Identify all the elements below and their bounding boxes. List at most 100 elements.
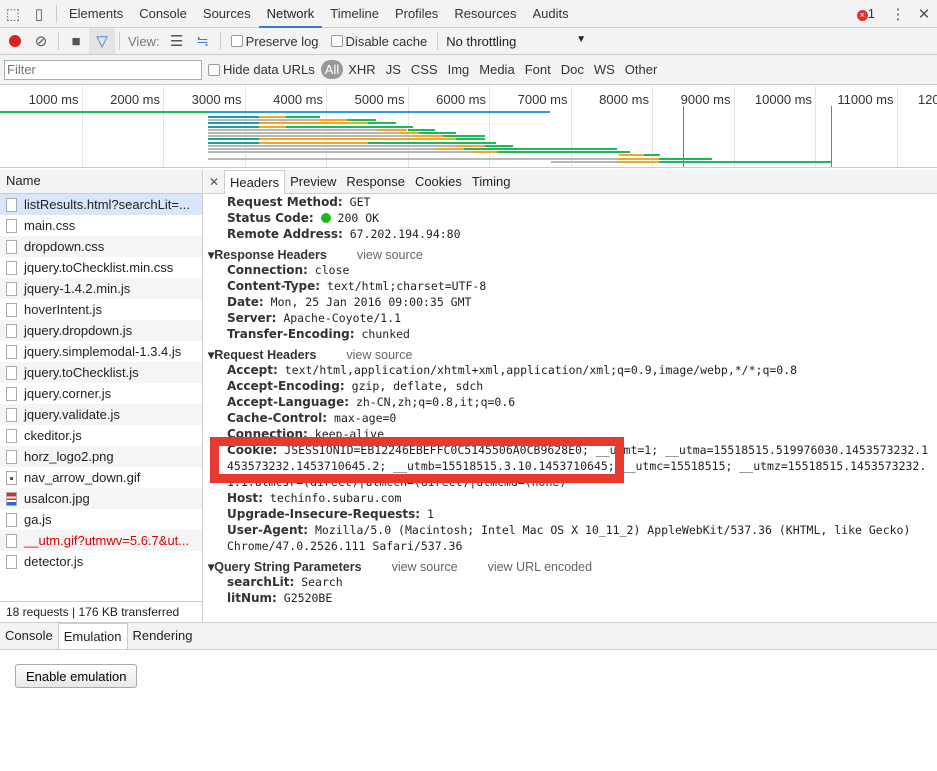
timeline-overview[interactable]: 1000 ms 2000 ms 3000 ms 4000 ms 5000 ms 6000 … — [0, 86, 937, 168]
device-mode-icon[interactable]: ▯ — [26, 1, 52, 27]
error-count[interactable]: × 1 — [856, 6, 875, 21]
response-headers-section[interactable]: ▾Response Headers view source — [208, 242, 937, 262]
request-name: jquery.toChecklist.js — [24, 365, 139, 380]
capture-screenshots-icon[interactable]: ■ — [63, 28, 89, 54]
header-name: Content-Type: — [227, 279, 321, 293]
drawer-tab-console[interactable]: Console — [0, 623, 58, 649]
waterfall-waiting-segment — [458, 144, 485, 147]
devtools-tab-bar: ⬚ ▯ Elements Console Sources Network Timelin… — [0, 0, 937, 28]
filter-type-js[interactable]: JS — [381, 62, 406, 77]
tab-audits[interactable]: Audits — [524, 0, 576, 28]
waterfall-queued-segment — [550, 160, 617, 163]
filter-type-all[interactable]: All — [320, 60, 344, 79]
view-source-link[interactable]: view source — [392, 557, 458, 574]
request-row[interactable]: jquery-1.4.2.min.js — [0, 278, 202, 299]
tab-response[interactable]: Response — [341, 170, 410, 194]
request-row[interactable]: jquery.toChecklist.min.css — [0, 257, 202, 278]
header-row: litNum: G2520BE — [208, 590, 937, 606]
timeline-tick-label: 9000 ms — [680, 92, 731, 107]
header-row: Server: Apache-Coyote/1.1 — [208, 310, 937, 326]
header-name: User-Agent: — [227, 523, 309, 537]
request-row[interactable]: jquery.toChecklist.js — [0, 362, 202, 383]
filter-type-font[interactable]: Font — [520, 62, 556, 77]
header-row: Content-Type: text/html;charset=UTF-8 — [208, 278, 937, 294]
tab-preview[interactable]: Preview — [285, 170, 341, 194]
tab-headers[interactable]: Headers — [224, 169, 286, 194]
hide-data-urls-checkbox[interactable]: Hide data URLs — [208, 62, 315, 77]
header-name: Accept-Encoding: — [227, 379, 345, 393]
request-row[interactable]: jquery.simplemodal-1.3.4.js — [0, 341, 202, 362]
tab-timing[interactable]: Timing — [467, 170, 516, 194]
file-icon — [6, 428, 17, 443]
request-row[interactable]: jquery.dropdown.js — [0, 320, 202, 341]
tab-elements[interactable]: Elements — [61, 0, 131, 28]
query-params-section[interactable]: ▾Query String Parameters view source view … — [208, 554, 937, 574]
tab-cookies[interactable]: Cookies — [410, 170, 467, 194]
request-row[interactable]: main.css — [0, 215, 202, 236]
filter-type-doc[interactable]: Doc — [556, 62, 589, 77]
more-options-icon[interactable]: ⋮ — [885, 1, 911, 27]
drawer-tab-emulation[interactable]: Emulation — [57, 623, 128, 649]
close-icon[interactable]: ✕ — [204, 169, 224, 195]
filter-type-media[interactable]: Media — [474, 62, 519, 77]
tab-timeline[interactable]: Timeline — [322, 0, 387, 28]
clear-icon[interactable]: ⊘ — [28, 28, 54, 54]
view-url-encoded-link[interactable]: view URL encoded — [488, 557, 592, 574]
file-icon — [6, 533, 17, 548]
filter-type-ws[interactable]: WS — [589, 62, 620, 77]
preserve-log-checkbox[interactable]: Preserve log — [230, 34, 319, 49]
overview-icon[interactable]: ≒ — [190, 28, 216, 54]
timeline-tick-label: 8000 ms — [599, 92, 649, 107]
header-value: GET — [349, 195, 371, 209]
close-icon[interactable]: ✕ — [911, 1, 937, 27]
tab-profiles[interactable]: Profiles — [387, 0, 446, 28]
tab-console[interactable]: Console — [131, 0, 195, 28]
waterfall-waiting-segment — [377, 128, 408, 131]
checkbox-box — [208, 63, 220, 76]
request-row[interactable]: ckeditor.js — [0, 425, 202, 446]
request-headers-section[interactable]: ▾Request Headers view source — [208, 342, 937, 362]
filter-type-xhr[interactable]: XHR — [343, 62, 380, 77]
request-row[interactable]: __utm.gif?utmwv=5.6.7&ut... — [0, 530, 202, 551]
filter-type-img[interactable]: Img — [443, 62, 475, 77]
file-icon — [6, 239, 17, 254]
drawer-tab-rendering[interactable]: Rendering — [128, 623, 198, 649]
filter-input[interactable] — [4, 59, 202, 80]
filter-type-css[interactable]: CSS — [406, 62, 443, 77]
view-source-link[interactable]: view source — [357, 245, 423, 262]
throttling-select[interactable]: No throttling ▼ — [446, 34, 586, 49]
tab-sources[interactable]: Sources — [195, 0, 259, 28]
request-row[interactable]: detector.js — [0, 551, 202, 572]
request-row[interactable]: usalcon.jpg — [0, 488, 202, 509]
name-column-header[interactable]: Name — [0, 170, 202, 194]
tab-network[interactable]: Network — [258, 0, 323, 28]
tab-resources[interactable]: Resources — [446, 0, 524, 28]
inspect-element-icon[interactable]: ⬚ — [0, 1, 26, 27]
view-source-link[interactable]: view source — [346, 345, 412, 362]
request-detail-panel: ✕ Headers Preview Response Cookies Timing Req… — [204, 169, 937, 622]
enable-emulation-button[interactable]: Enable emulation — [15, 664, 138, 688]
header-row: Status Code: 200 OK — [208, 210, 937, 226]
request-row[interactable]: jquery.validate.js — [0, 404, 202, 425]
request-row[interactable]: jquery.corner.js — [0, 383, 202, 404]
filter-icon[interactable]: ▽ — [89, 28, 115, 54]
waterfall-queued-segment — [207, 151, 472, 154]
header-value: Search — [301, 575, 343, 589]
disable-cache-checkbox[interactable]: Disable cache — [330, 34, 427, 49]
waterfall-waiting-segment — [435, 148, 464, 150]
header-value: zh-CN,zh;q=0.8,it;q=0.6 — [355, 395, 516, 409]
request-row[interactable]: listResults.html?searchLit=... — [0, 194, 202, 215]
waterfall-waiting-segment — [616, 160, 659, 163]
record-button[interactable] — [2, 28, 28, 54]
request-row[interactable]: nav_arrow_down.gif — [0, 467, 202, 488]
request-row[interactable]: horz_logo2.png — [0, 446, 202, 467]
request-row[interactable]: ga.js — [0, 509, 202, 530]
waterfall-queued-segment — [207, 135, 414, 138]
header-row: User-Agent: Mozilla/5.0 (Macintosh; Inte… — [208, 522, 937, 554]
header-name: Accept-Language: — [227, 395, 350, 409]
request-row[interactable]: hoverIntent.js — [0, 299, 202, 320]
filter-type-other[interactable]: Other — [620, 62, 663, 77]
waterfall-download-segment — [407, 128, 436, 131]
request-row[interactable]: dropdown.css — [0, 236, 202, 257]
large-rows-icon[interactable]: ☰ — [164, 28, 190, 54]
